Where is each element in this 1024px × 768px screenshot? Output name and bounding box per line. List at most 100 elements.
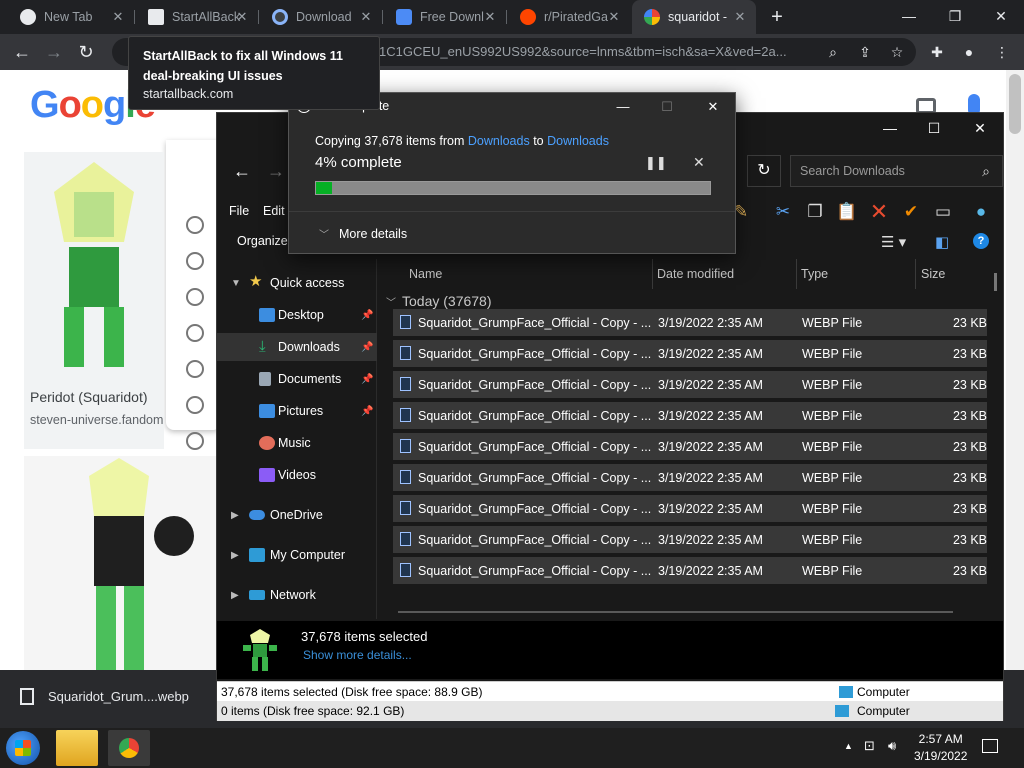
table-row[interactable]: Squaridot_GrumpFace_Official - Copy - ..… bbox=[393, 557, 987, 584]
table-row[interactable]: Squaridot_GrumpFace_Official - Copy - ..… bbox=[393, 495, 987, 522]
list-scrollbar[interactable] bbox=[994, 273, 997, 291]
table-row[interactable]: Squaridot_GrumpFace_Official - Copy - ..… bbox=[393, 309, 987, 336]
source-link[interactable]: Downloads bbox=[468, 134, 530, 148]
image-result-peridot-2[interactable] bbox=[24, 456, 219, 682]
delete-icon[interactable]: ✕ bbox=[867, 201, 891, 223]
tab-new-tab[interactable]: New Tab ✕ bbox=[8, 0, 134, 34]
tab-startallback[interactable]: StartAllBack ✕ bbox=[136, 0, 258, 34]
tab-close-icon[interactable]: ✕ bbox=[732, 9, 748, 25]
action-center-icon[interactable] bbox=[982, 739, 998, 753]
new-tab-button[interactable]: + bbox=[766, 6, 788, 28]
file-explorer-taskbar-icon[interactable] bbox=[56, 730, 98, 766]
nav-downloads[interactable]: ⤓ Downloads 📌 bbox=[217, 333, 377, 361]
chrome-minimize-button[interactable]: — bbox=[886, 0, 932, 34]
explorer-close-button[interactable]: ✕ bbox=[957, 115, 1003, 141]
nav-videos[interactable]: Videos bbox=[217, 461, 377, 489]
chrome-restore-button[interactable]: ❐ bbox=[932, 0, 978, 34]
cancel-copy-icon[interactable]: ✕ bbox=[693, 154, 705, 171]
download-item[interactable]: Squaridot_Grum....webp bbox=[20, 688, 189, 705]
tab-free-download[interactable]: Free Downl ✕ bbox=[384, 0, 506, 34]
preview-pane-icon[interactable]: ◧ bbox=[935, 233, 949, 251]
chevron-right-icon[interactable]: ▶ bbox=[231, 510, 239, 521]
tab-reddit[interactable]: r/PiratedGa ✕ bbox=[508, 0, 630, 34]
destination-link[interactable]: Downloads bbox=[547, 134, 609, 148]
search-input[interactable]: Search Downloads ⌕ bbox=[790, 155, 1003, 187]
result-title[interactable]: Peridot (Squaridot) bbox=[30, 389, 148, 405]
explorer-minimize-button[interactable]: — bbox=[867, 115, 913, 141]
tab-close-icon[interactable]: ✕ bbox=[482, 9, 498, 25]
help-icon[interactable]: ? bbox=[973, 233, 989, 249]
start-button[interactable] bbox=[6, 731, 40, 765]
tab-close-icon[interactable]: ✕ bbox=[110, 9, 126, 25]
system-clock[interactable]: 2:57 AM 3/19/2022 bbox=[914, 731, 967, 765]
back-arrow-icon[interactable]: ← bbox=[233, 161, 251, 182]
more-details-toggle[interactable]: ﹀ More details bbox=[319, 226, 407, 241]
menu-edit[interactable]: Edit bbox=[263, 204, 285, 218]
column-type[interactable]: Type bbox=[801, 259, 828, 289]
back-button[interactable]: ← bbox=[10, 40, 34, 64]
zoom-icon[interactable]: ⌕ bbox=[824, 43, 842, 61]
pin-icon[interactable]: 📌 bbox=[361, 310, 373, 321]
table-row[interactable]: Squaridot_GrumpFace_Official - Copy - ..… bbox=[393, 433, 987, 460]
organize-button[interactable]: Organize bbox=[237, 234, 288, 248]
reload-button[interactable]: ↻ bbox=[74, 40, 98, 64]
chevron-right-icon[interactable]: ▶ bbox=[231, 550, 239, 561]
tab-close-icon[interactable]: ✕ bbox=[606, 9, 622, 25]
pin-icon[interactable]: 📌 bbox=[361, 406, 373, 417]
tab-close-icon[interactable]: ✕ bbox=[358, 9, 374, 25]
share-icon[interactable]: ⇪ bbox=[856, 43, 874, 61]
cut-icon[interactable]: ✂ bbox=[771, 201, 795, 223]
chrome-close-button[interactable]: ✕ bbox=[978, 0, 1024, 34]
chevron-right-icon[interactable]: ▶ bbox=[231, 590, 239, 601]
tab-close-icon[interactable]: ✕ bbox=[234, 9, 250, 25]
pin-icon[interactable]: 📌 bbox=[361, 374, 373, 385]
nav-pictures[interactable]: Pictures 📌 bbox=[217, 397, 377, 425]
group-header-today[interactable]: ﹀ Today (37678) bbox=[386, 293, 492, 309]
show-more-details-link[interactable]: Show more details... bbox=[303, 648, 412, 662]
table-row[interactable]: Squaridot_GrumpFace_Official - Copy - ..… bbox=[393, 464, 987, 491]
network-tray-icon[interactable]: ⊡ bbox=[864, 738, 875, 754]
paste-icon[interactable]: 📋 bbox=[835, 201, 859, 223]
table-row[interactable]: Squaridot_GrumpFace_Official - Copy - ..… bbox=[393, 402, 987, 429]
tab-squaridot[interactable]: squaridot - ✕ bbox=[632, 0, 756, 34]
chrome-taskbar-icon[interactable] bbox=[108, 730, 150, 766]
shell-icon[interactable]: ● bbox=[969, 201, 993, 223]
table-row[interactable]: Squaridot_GrumpFace_Official - Copy - ..… bbox=[393, 526, 987, 553]
nav-music[interactable]: Music bbox=[217, 429, 377, 457]
column-size[interactable]: Size bbox=[921, 259, 945, 289]
page-scrollbar[interactable] bbox=[1006, 70, 1024, 682]
chevron-down-icon[interactable]: ▼ bbox=[231, 278, 241, 289]
nav-documents[interactable]: Documents 📌 bbox=[217, 365, 377, 393]
forward-arrow-icon[interactable]: → bbox=[267, 161, 285, 182]
column-name[interactable]: Name bbox=[409, 259, 442, 289]
show-hidden-icons[interactable]: ▲ bbox=[844, 741, 853, 751]
horizontal-scrollbar[interactable] bbox=[398, 611, 953, 613]
nav-desktop[interactable]: Desktop 📌 bbox=[217, 301, 377, 329]
dialog-close-button[interactable]: ✕ bbox=[693, 95, 733, 119]
nav-quick-access[interactable]: ▼ ★ Quick access bbox=[217, 269, 377, 297]
pin-icon[interactable]: 📌 bbox=[361, 342, 373, 353]
menu-file[interactable]: File bbox=[229, 204, 249, 218]
profile-icon[interactable]: ● bbox=[959, 42, 979, 62]
refresh-button[interactable]: ↻ bbox=[747, 155, 781, 187]
explorer-maximize-button[interactable]: ☐ bbox=[911, 115, 957, 141]
select-icon[interactable]: ✔ bbox=[899, 201, 923, 223]
volume-icon[interactable]: 🔊︎ bbox=[888, 738, 896, 754]
copy-icon[interactable]: ❐ bbox=[803, 201, 827, 223]
nav-my-computer[interactable]: ▶ My Computer bbox=[217, 541, 377, 569]
table-row[interactable]: Squaridot_GrumpFace_Official - Copy - ..… bbox=[393, 340, 987, 367]
table-row[interactable]: Squaridot_GrumpFace_Official - Copy - ..… bbox=[393, 371, 987, 398]
rename-icon[interactable]: ▭ bbox=[931, 201, 955, 223]
view-options-icon[interactable]: ☰ ▾ bbox=[881, 233, 906, 251]
nav-network[interactable]: ▶ Network bbox=[217, 581, 377, 609]
dialog-minimize-button[interactable]: — bbox=[603, 95, 643, 119]
extensions-icon[interactable]: ✚ bbox=[927, 42, 947, 62]
pause-icon[interactable]: ❚❚ bbox=[645, 155, 667, 171]
tab-download[interactable]: Download ✕ bbox=[260, 0, 382, 34]
forward-button[interactable]: → bbox=[42, 40, 66, 64]
column-date-modified[interactable]: Date modified bbox=[657, 259, 734, 289]
scrollbar-thumb[interactable] bbox=[1009, 74, 1021, 134]
nav-onedrive[interactable]: ▶ OneDrive bbox=[217, 501, 377, 529]
bookmark-star-icon[interactable]: ☆ bbox=[888, 43, 906, 61]
chrome-menu-icon[interactable]: ⋮ bbox=[992, 42, 1012, 62]
